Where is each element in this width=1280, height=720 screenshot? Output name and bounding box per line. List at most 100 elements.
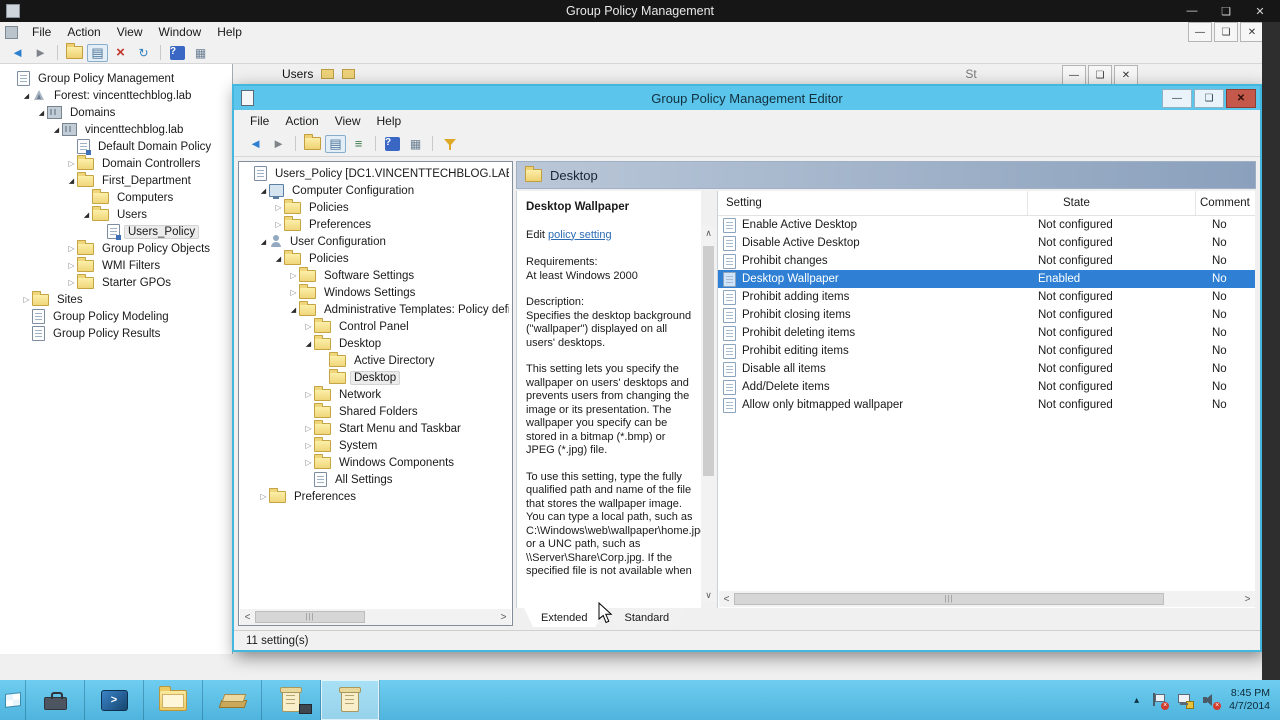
menu-item-view[interactable]: View — [109, 23, 151, 41]
gpme-tree-item[interactable]: Desktop — [241, 369, 509, 386]
taskbar-button-file-explorer[interactable] — [144, 680, 203, 720]
table-row[interactable]: Enable Active DesktopNot configuredNo — [718, 216, 1255, 234]
gpme-tree-hscrollbar[interactable]: < ||| > — [240, 609, 511, 625]
up-folder-icon[interactable] — [64, 44, 85, 62]
taskbar-button-powershell[interactable]: > — [85, 680, 144, 720]
table-row[interactable]: Prohibit editing itemsNot configuredNo — [718, 342, 1255, 360]
gpme-minimize-button[interactable]: — — [1162, 89, 1192, 108]
tree-toggle-icon[interactable]: ▤ — [325, 135, 346, 153]
child-restore-button[interactable]: ❏ — [1214, 22, 1238, 42]
menu-item-window[interactable]: Window — [151, 23, 210, 41]
expand-expander-icon[interactable]: ▷ — [288, 271, 299, 280]
console-tree-item[interactable]: ◢Users — [4, 206, 230, 223]
gpme-tree-item[interactable]: Active Directory — [241, 352, 509, 369]
table-row[interactable]: Allow only bitmapped wallpaperNot config… — [718, 396, 1255, 414]
tree-toggle-icon[interactable]: ▤ — [87, 44, 108, 62]
scroll-left-icon[interactable]: < — [719, 591, 734, 607]
network-status-icon[interactable] — [1177, 693, 1191, 707]
gpme-tree-item[interactable]: ◢Administrative Templates: Policy defini… — [241, 301, 509, 318]
menu-item-file[interactable]: File — [24, 23, 59, 41]
refresh-icon[interactable]: ↻ — [133, 44, 154, 62]
expand-expander-icon[interactable]: ▷ — [303, 424, 314, 433]
console-tree-item[interactable]: Users_Policy — [4, 223, 230, 240]
column-header-state[interactable]: State — [1028, 191, 1196, 215]
scrollbar-thumb[interactable]: ||| — [734, 593, 1164, 605]
gpme-tree-item[interactable]: ◢Computer Configuration — [241, 182, 509, 199]
back-icon[interactable]: ◄ — [7, 44, 28, 62]
collapse-expander-icon[interactable]: ◢ — [66, 177, 77, 185]
table-row[interactable]: Prohibit changesNot configuredNo — [718, 252, 1255, 270]
expand-expander-icon[interactable]: ▷ — [66, 261, 77, 270]
console-tree-item[interactable]: ▷Group Policy Objects — [4, 240, 230, 257]
edit-policy-setting-link[interactable]: policy setting — [548, 229, 612, 241]
collapse-expander-icon[interactable]: ◢ — [21, 92, 32, 100]
export-list-icon[interactable]: ≡ — [348, 135, 369, 153]
gpme-tree-item[interactable]: ▷Start Menu and Taskbar — [241, 420, 509, 437]
console-tree-item[interactable]: ▷WMI Filters — [4, 257, 230, 274]
gpme-tree-item[interactable]: ◢Policies — [241, 250, 509, 267]
scrollbar-thumb[interactable] — [703, 246, 714, 476]
console-minimize-button[interactable]: — — [1176, 1, 1208, 21]
taskbar-button-gpmc-scroll[interactable] — [262, 680, 321, 720]
collapse-expander-icon[interactable]: ◢ — [81, 211, 92, 219]
table-row[interactable]: Disable all itemsNot configuredNo — [718, 360, 1255, 378]
console-tree-item[interactable]: Group Policy Management — [4, 70, 230, 87]
background-close-button[interactable]: ✕ — [1114, 65, 1138, 85]
collapse-expander-icon[interactable]: ◢ — [258, 238, 269, 246]
gpme-tree-item[interactable]: ▷Windows Components — [241, 454, 509, 471]
taskbar-button-library[interactable] — [203, 680, 262, 720]
gpme-tree-item[interactable]: All Settings — [241, 471, 509, 488]
column-header-setting[interactable]: Setting — [718, 191, 1028, 215]
menu-item-action[interactable]: Action — [277, 112, 326, 130]
scroll-up-icon[interactable]: ∧ — [701, 226, 716, 240]
background-minimize-button[interactable]: — — [1062, 65, 1086, 85]
tray-expand-arrow-icon[interactable]: ▴ — [1134, 695, 1139, 706]
help-icon[interactable]: ? — [382, 135, 403, 153]
expand-expander-icon[interactable]: ▷ — [66, 159, 77, 168]
gpme-tree-item[interactable]: ▷Windows Settings — [241, 284, 509, 301]
console-tree-item[interactable]: ▷Sites — [4, 291, 230, 308]
gpme-titlebar[interactable]: Group Policy Management Editor — ❏ ✕ — [234, 86, 1260, 110]
table-row[interactable]: Desktop WallpaperEnabledNo — [718, 270, 1255, 288]
expand-expander-icon[interactable]: ▷ — [303, 441, 314, 450]
child-minimize-button[interactable]: — — [1188, 22, 1212, 42]
console-tree-item[interactable]: ▷Starter GPOs — [4, 274, 230, 291]
scroll-left-icon[interactable]: < — [240, 609, 255, 625]
table-row[interactable]: Disable Active DesktopNot configuredNo — [718, 234, 1255, 252]
collapse-expander-icon[interactable]: ◢ — [303, 340, 314, 348]
gpme-tree-item[interactable]: ▷Preferences — [241, 488, 509, 505]
gpme-tree-item[interactable]: Shared Folders — [241, 403, 509, 420]
gpme-tree-item[interactable]: ▷Software Settings — [241, 267, 509, 284]
gpme-tree-item[interactable]: ▷Policies — [241, 199, 509, 216]
console-close-button[interactable]: ✕ — [1244, 1, 1276, 21]
expand-expander-icon[interactable]: ▷ — [66, 244, 77, 253]
menu-item-help[interactable]: Help — [369, 112, 410, 130]
console-tree-item[interactable]: ◢First_Department — [4, 172, 230, 189]
expand-expander-icon[interactable]: ▷ — [273, 203, 284, 212]
tab-standard[interactable]: Standard — [607, 608, 686, 627]
gpme-close-button[interactable]: ✕ — [1226, 89, 1256, 108]
expand-expander-icon[interactable]: ▷ — [303, 390, 314, 399]
collapse-expander-icon[interactable]: ◢ — [258, 187, 269, 195]
menu-item-help[interactable]: Help — [209, 23, 250, 41]
child-close-button[interactable]: ✕ — [1240, 22, 1264, 42]
gpme-tree-item[interactable]: ▷Preferences — [241, 216, 509, 233]
expand-expander-icon[interactable]: ▷ — [303, 458, 314, 467]
expand-expander-icon[interactable]: ▷ — [288, 288, 299, 297]
scroll-down-icon[interactable]: ∨ — [701, 588, 716, 602]
console-tree-item[interactable]: ◢Domains — [4, 104, 230, 121]
start-button[interactable] — [0, 680, 26, 720]
taskbar-button-server-manager[interactable] — [26, 680, 85, 720]
gpme-tree-item[interactable]: ▷Control Panel — [241, 318, 509, 335]
taskbar-button-gp-editor-scroll[interactable] — [321, 680, 380, 720]
up-folder-icon[interactable] — [302, 135, 323, 153]
gpme-tree-item[interactable]: ◢User Configuration — [241, 233, 509, 250]
console-tree-item[interactable]: ◢Forest: vincenttechblog.lab — [4, 87, 230, 104]
new-window-icon[interactable]: ▦ — [405, 135, 426, 153]
collapse-expander-icon[interactable]: ◢ — [36, 109, 47, 117]
collapse-expander-icon[interactable]: ◢ — [51, 126, 62, 134]
notification-flag-icon[interactable]: × — [1151, 693, 1165, 707]
detail-vscrollbar[interactable]: ∧ ∨ — [701, 226, 716, 602]
help-icon[interactable]: ? — [167, 44, 188, 62]
menu-item-view[interactable]: View — [327, 112, 369, 130]
